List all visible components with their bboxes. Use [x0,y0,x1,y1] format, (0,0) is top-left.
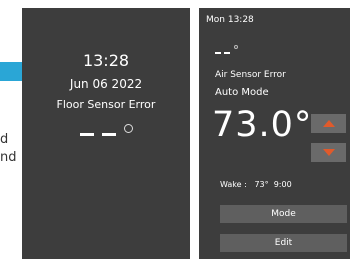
dash-icon [224,52,230,54]
set-temperature: 73.0° [212,105,313,145]
air-sensor-error: Air Sensor Error [215,70,286,80]
dash-icon [102,133,116,136]
thermostat-screen-floor: 13:28 Jun 06 2022 Floor Sensor Error [22,8,190,259]
accent-bar [0,62,24,81]
temperature-placeholder [80,133,116,136]
cropped-text-line-2: nd [0,150,17,165]
schedule-wake: Wake : 73° 9:00 [220,180,292,189]
dash-icon [80,133,94,136]
edit-button[interactable]: Edit [220,234,347,252]
clock-date: Jun 06 2022 [69,77,143,91]
thermostat-screen-main: Mon 13:28 Air Sensor Error Auto Mode 73.… [199,8,350,259]
floor-sensor-error: Floor Sensor Error [56,98,156,111]
arrow-down-icon [322,149,335,156]
mode-label: Auto Mode [215,87,269,98]
degree-icon [124,124,133,133]
small-degree-icon [234,45,238,49]
temperature-down-button[interactable] [311,143,346,162]
temperature-up-button[interactable] [311,114,346,133]
status-bar: Mon 13:28 [206,15,254,25]
air-temperature-placeholder [215,52,230,54]
clock-time: 13:28 [82,51,130,70]
arrow-up-icon [322,120,335,127]
mode-button[interactable]: Mode [220,205,347,223]
cropped-text-line-1: d [0,132,9,147]
dash-icon [215,52,221,54]
